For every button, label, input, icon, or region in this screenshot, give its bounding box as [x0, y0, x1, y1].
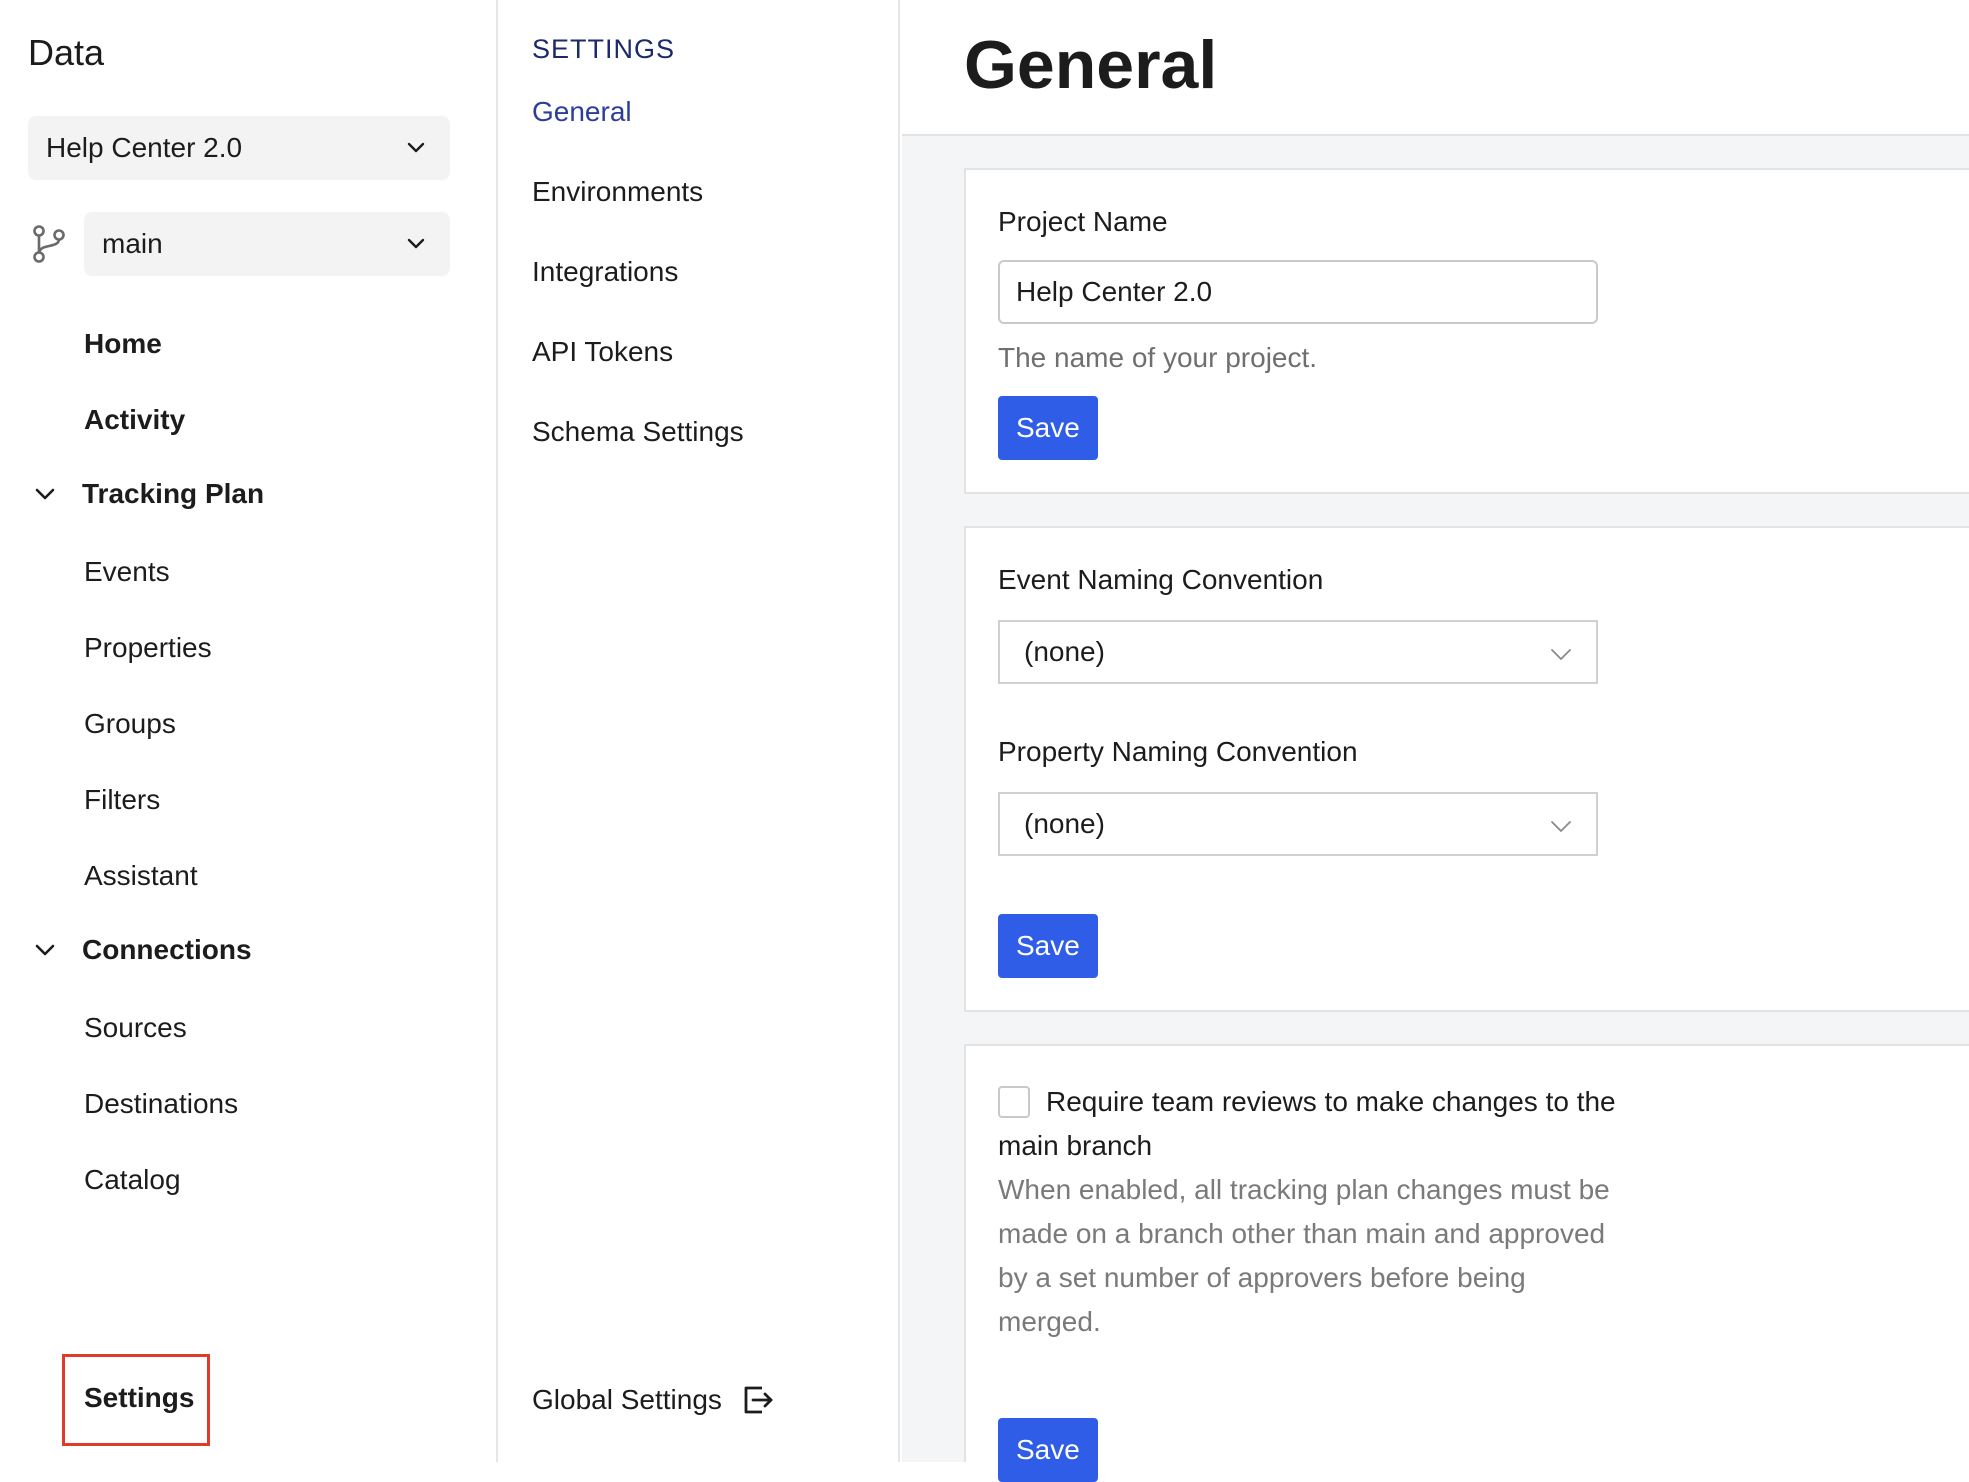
chevron-down-icon — [407, 238, 425, 249]
event-naming-select[interactable]: (none) — [998, 620, 1598, 684]
chevron-down-icon — [35, 944, 55, 956]
sidebar-item-filters[interactable]: Filters — [84, 784, 160, 816]
sidebar-item-activity[interactable]: Activity — [84, 404, 185, 436]
page-header: General — [902, 0, 1969, 136]
project-name-label: Project Name — [998, 206, 1168, 237]
naming-convention-card: Event Naming Convention (none) Property … — [964, 526, 1969, 1012]
project-select-value: Help Center 2.0 — [46, 132, 243, 163]
branch-select[interactable]: main — [84, 212, 450, 276]
sidebar-item-groups[interactable]: Groups — [84, 708, 176, 740]
save-project-name-button[interactable]: Save — [998, 396, 1098, 460]
property-naming-label: Property Naming Convention — [998, 736, 1358, 767]
branch-select-value: main — [102, 228, 163, 259]
sidebar-brand: Data — [28, 32, 105, 73]
team-review-card: Require team reviews to make changes to … — [964, 1044, 1969, 1482]
page-title: General — [964, 27, 1218, 103]
property-naming-select[interactable]: (none) — [998, 792, 1598, 856]
sidebar-group-connections[interactable]: Connections — [30, 934, 252, 966]
subnav-item-api-tokens[interactable]: API Tokens — [532, 336, 673, 368]
global-settings-link[interactable]: Global Settings — [532, 1384, 774, 1416]
sidebar-group-tracking-plan[interactable]: Tracking Plan — [30, 478, 264, 510]
property-naming-value: (none) — [1024, 808, 1105, 839]
main-sidebar: Data Help Center 2.0 main Home Activity … — [0, 0, 498, 1462]
sidebar-group-label: Connections — [82, 934, 252, 965]
global-settings-label: Global Settings — [532, 1384, 722, 1415]
project-name-card: Project Name The name of your project. S… — [964, 168, 1969, 494]
sidebar-item-home[interactable]: Home — [84, 328, 162, 360]
event-naming-label: Event Naming Convention — [998, 564, 1324, 595]
git-branch-icon — [33, 225, 65, 263]
sidebar-item-sources[interactable]: Sources — [84, 1012, 187, 1044]
subnav-item-integrations[interactable]: Integrations — [532, 256, 678, 288]
require-review-label: Require team reviews to make changes to … — [998, 1086, 1616, 1161]
settings-subnav: SETTINGS General Environments Integratio… — [500, 0, 900, 1462]
subnav-item-environments[interactable]: Environments — [532, 176, 703, 208]
chevron-down-icon — [35, 488, 55, 500]
project-name-help: The name of your project. — [998, 342, 1318, 373]
subnav-item-general[interactable]: General — [532, 96, 632, 128]
event-naming-value: (none) — [1024, 636, 1105, 667]
main-content: General Project Name The name of your pr… — [902, 0, 1969, 1482]
sidebar-item-catalog[interactable]: Catalog — [84, 1164, 181, 1196]
chevron-down-icon — [407, 142, 425, 153]
sidebar-item-settings[interactable]: Settings — [84, 1382, 194, 1414]
sidebar-group-label: Tracking Plan — [82, 478, 265, 509]
subnav-heading: SETTINGS — [532, 34, 676, 64]
sidebar-item-properties[interactable]: Properties — [84, 632, 212, 664]
subnav-item-schema-settings[interactable]: Schema Settings — [532, 416, 744, 448]
require-review-description: When enabled, all tracking plan changes … — [998, 1174, 1610, 1337]
project-name-input[interactable] — [998, 260, 1598, 324]
chevron-down-icon — [1551, 649, 1571, 660]
sidebar-item-events[interactable]: Events — [84, 556, 170, 588]
project-select[interactable]: Help Center 2.0 — [28, 116, 450, 180]
external-link-icon — [744, 1386, 773, 1414]
sidebar-item-assistant[interactable]: Assistant — [84, 860, 198, 892]
chevron-down-icon — [1551, 821, 1571, 832]
save-naming-button[interactable]: Save — [998, 914, 1098, 978]
save-review-button[interactable]: Save — [998, 1418, 1098, 1482]
sidebar-item-destinations[interactable]: Destinations — [84, 1088, 238, 1120]
